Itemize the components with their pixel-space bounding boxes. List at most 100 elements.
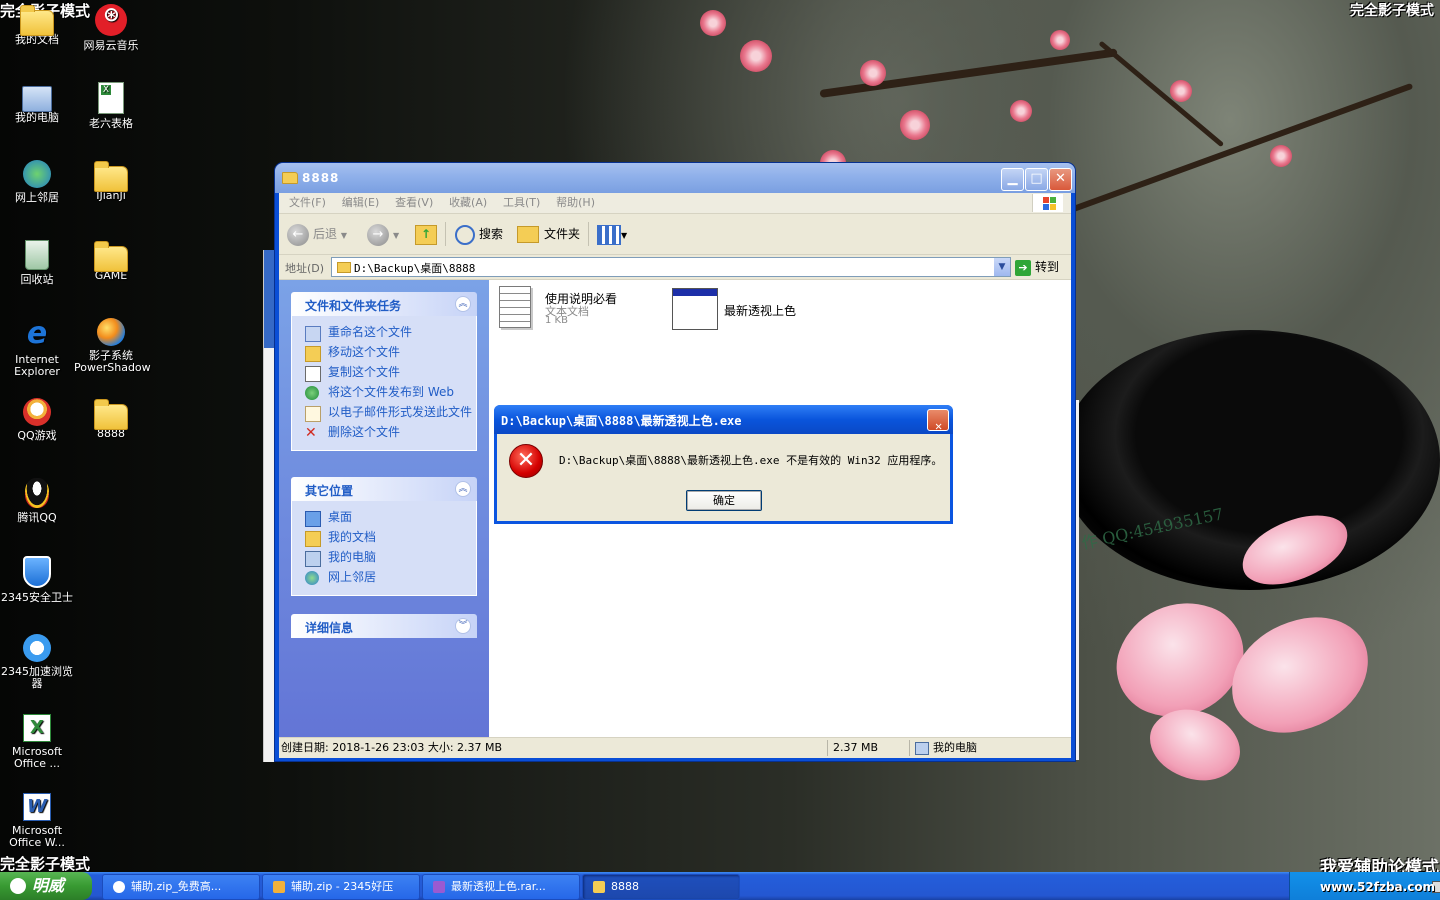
taskbar-button-haozip[interactable]: 辅助.zip - 2345好压 (262, 874, 420, 900)
desktop-icon-internet-explorer[interactable]: e Internet Explorer (0, 318, 74, 378)
word-icon: W (23, 793, 51, 821)
desktop-icon-2345-browser[interactable]: 2345加速浏览器 (0, 634, 74, 690)
desktop-icon-qq-games[interactable]: QQ游戏 (0, 398, 74, 442)
task-rename[interactable]: 重命名这个文件 (292, 324, 476, 344)
menu-tools[interactable]: 工具(T) (503, 193, 540, 213)
desktop-icon-label: Microsoft Office ... (11, 745, 63, 770)
error-dialog[interactable]: D:\Backup\桌面\8888\最新透视上色.exe ✕ ✕ D:\Back… (494, 405, 953, 524)
address-value: D:\Backup\桌面\8888 (354, 262, 476, 275)
desktop-icon-tencent-qq[interactable]: 腾讯QQ (0, 478, 74, 524)
address-dropdown-button[interactable]: ▼ (994, 258, 1010, 276)
text-document-icon (499, 286, 531, 328)
ie-logo-icon: e (26, 316, 48, 351)
panel-title: 详细信息 (305, 621, 354, 635)
desktop-icon-8888[interactable]: 8888 (74, 398, 148, 440)
desktop-icon-label: 回收站 (20, 273, 54, 286)
details-header[interactable]: 详细信息 ︾ (291, 614, 477, 638)
explorer-titlebar[interactable]: 8888 ▁ □ ✕ (275, 163, 1075, 193)
desktop-icon-my-documents[interactable]: 我的文档 (0, 4, 74, 46)
menu-edit[interactable]: 编辑(E) (342, 193, 380, 213)
site-watermark: www.52fzba.com (1320, 880, 1436, 894)
place-label: 我的电脑 (328, 550, 377, 564)
status-info: 创建日期: 2018-1-26 23:03 大小: 2.37 MB (281, 741, 503, 754)
desktop-icon-network[interactable]: 网上邻居 (0, 160, 74, 204)
dialog-message: D:\Backup\桌面\8888\最新透视上色.exe 不是有效的 Win32… (559, 454, 943, 467)
taskbar-button-rar[interactable]: 最新透视上色.rar... (422, 874, 580, 900)
taskbar-button-8888[interactable]: 8888 (582, 874, 740, 900)
desktop-icon-netease-music[interactable]: ⊛ 网易云音乐 (74, 4, 148, 52)
menu-help[interactable]: 帮助(H) (556, 193, 595, 213)
taskbar-button-label: 辅助.zip_免费高... (131, 880, 222, 893)
place-my-computer[interactable]: 我的电脑 (292, 549, 476, 569)
task-copy[interactable]: 复制这个文件 (292, 364, 476, 384)
task-email[interactable]: 以电子邮件形式发送此文件 (292, 404, 476, 424)
back-button[interactable]: ← 后退 ▼ (287, 222, 347, 246)
desktop-icon-office-word[interactable]: W Microsoft Office W... (0, 793, 74, 849)
exe-window-icon (672, 288, 718, 330)
address-input[interactable]: D:\Backup\桌面\8888 ▼ (331, 257, 1011, 277)
spreadsheet-icon: X (98, 82, 124, 114)
wallpaper-blossom (900, 110, 930, 140)
folders-button[interactable]: 文件夹 (517, 222, 580, 246)
error-x-icon: ✕ (509, 444, 543, 478)
qq-penguin-icon (25, 478, 49, 508)
go-button[interactable]: ➔ 转到 (1015, 258, 1059, 276)
close-button[interactable]: ✕ (1049, 168, 1072, 191)
desktop-icon-laoliu-table[interactable]: X 老六表格 (74, 82, 148, 130)
task-publish-web[interactable]: 将这个文件发布到 Web (292, 384, 476, 404)
taskbar-button-browser[interactable]: 辅助.zip_免费高... (102, 874, 260, 900)
wallpaper-blossom (1170, 80, 1192, 102)
desktop-icon-game[interactable]: GAME (74, 240, 148, 282)
task-label: 移动这个文件 (328, 345, 401, 359)
menu-favorites[interactable]: 收藏(A) (449, 193, 487, 213)
menu-file[interactable]: 文件(F) (289, 193, 326, 213)
minimize-button[interactable]: ▁ (1001, 168, 1024, 191)
qq-games-icon (23, 398, 51, 426)
file-item-readme[interactable]: 使用说明必看 文本文档 1 KB (499, 286, 659, 332)
watermark-bottom-left: 完全影子模式 (0, 855, 91, 873)
ok-button[interactable]: 确定 (686, 490, 762, 511)
search-button[interactable]: 搜索 (455, 222, 503, 246)
taskbar-button-label: 8888 (611, 880, 639, 893)
place-desktop[interactable]: 桌面 (292, 509, 476, 529)
desktop-icon-office-excel[interactable]: X Microsoft Office ... (0, 714, 74, 770)
wallpaper-branch (1098, 40, 1225, 148)
file-item-exe[interactable]: 最新透视上色 (672, 288, 832, 334)
taskbar-button-label: 最新透视上色.rar... (451, 880, 546, 893)
start-button[interactable]: 明威 (0, 872, 92, 900)
desktop-icon-label: 我的电脑 (15, 111, 59, 124)
computer-icon (22, 86, 52, 112)
desktop-icon-my-computer[interactable]: 我的电脑 (0, 82, 74, 124)
desktop-icon-powershadow[interactable]: 影子系统 PowerShadow (74, 318, 151, 374)
place-network[interactable]: 网上邻居 (292, 569, 476, 589)
collapse-icon[interactable]: ︽ (455, 296, 471, 312)
desktop-icon-2345-security[interactable]: 2345安全卫士 (0, 556, 74, 604)
dialog-close-button[interactable]: ✕ (927, 409, 949, 433)
desktop-icon-ijianji[interactable]: IJianJi (74, 160, 148, 202)
file-tasks-header[interactable]: 文件和文件夹任务 ︽ (291, 292, 477, 316)
collapse-icon[interactable]: ︽ (455, 481, 471, 497)
computer-icon (305, 551, 321, 567)
panel-title: 其它位置 (305, 484, 354, 498)
dropdown-arrow-icon: ▼ (393, 231, 400, 240)
maximize-button[interactable]: □ (1025, 168, 1048, 191)
desktop-icon-recycle-bin[interactable]: 回收站 (0, 240, 74, 286)
forward-button[interactable]: → ▼ (367, 222, 399, 246)
task-move[interactable]: 移动这个文件 (292, 344, 476, 364)
recycle-bin-icon (25, 240, 49, 270)
expand-icon[interactable]: ︾ (455, 618, 471, 634)
wallpaper-petal (1221, 608, 1379, 742)
menu-view[interactable]: 查看(V) (395, 193, 433, 213)
task-delete[interactable]: ✕ 删除这个文件 (292, 424, 476, 444)
views-button[interactable]: ▼ (597, 222, 627, 246)
task-pane: 文件和文件夹任务 ︽ 重命名这个文件 移动这个文件 复制这个文件 将这个文件发布到… (279, 280, 489, 737)
toolbar-separator (588, 222, 589, 246)
dialog-titlebar[interactable]: D:\Backup\桌面\8888\最新透视上色.exe ✕ (494, 405, 953, 434)
up-button[interactable]: ↑ (415, 222, 437, 246)
other-places-body: 桌面 我的文档 我的电脑 网上邻居 (291, 501, 477, 596)
status-location: 我的电脑 (915, 738, 977, 758)
wallpaper-blossom (860, 60, 886, 86)
place-my-documents[interactable]: 我的文档 (292, 529, 476, 549)
web-globe-icon (305, 386, 319, 400)
other-places-header[interactable]: 其它位置 ︽ (291, 477, 477, 501)
